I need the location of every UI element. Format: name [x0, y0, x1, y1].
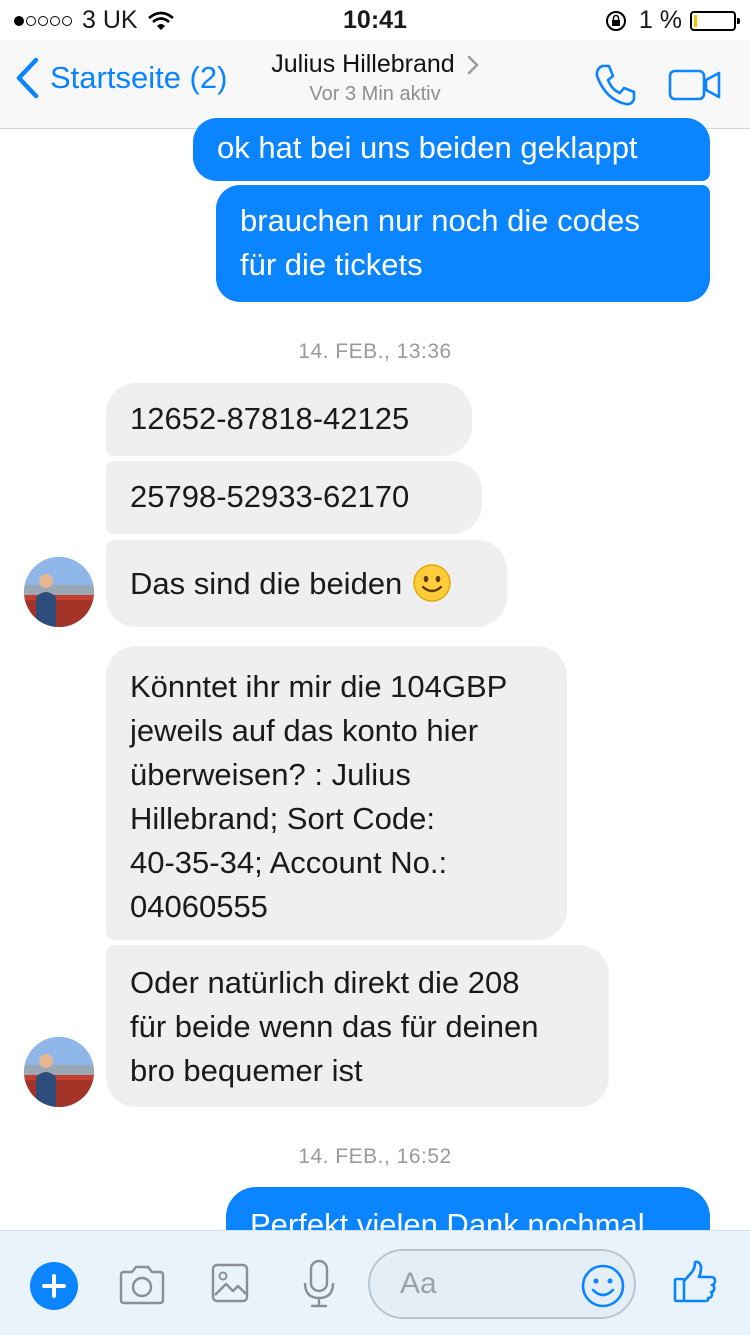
message-text: 12652-87818-42125	[130, 401, 410, 436]
message-text: brauchen nur noch die codes	[240, 203, 640, 238]
incoming-message[interactable]: 12652-87818-42125	[106, 383, 472, 456]
outgoing-message[interactable]: brauchen nur noch die codes für die tick…	[216, 185, 710, 302]
timestamp: 14. FEB., 13:36	[298, 340, 452, 363]
smiley-icon	[581, 1264, 625, 1308]
video-camera-icon	[668, 69, 721, 101]
message-text: 25798-52933-62170	[130, 479, 410, 514]
message-text: Könntet ihr mir die 104GBP	[130, 669, 508, 704]
battery-percent: 1 %	[638, 6, 682, 34]
avatar[interactable]	[24, 1037, 94, 1107]
incoming-message[interactable]: 25798-52933-62170	[106, 461, 482, 534]
gallery-button[interactable]	[211, 1263, 249, 1308]
phone-icon	[595, 64, 636, 106]
message-text: 40-35-34; Account No.:	[130, 845, 448, 880]
call-button[interactable]	[592, 62, 638, 113]
incoming-message[interactable]: Das sind die beiden	[106, 540, 507, 627]
message-text: für beide wenn das für deinen	[130, 1009, 539, 1044]
message-text: überweisen? : Julius	[130, 757, 411, 792]
video-call-button[interactable]	[668, 68, 722, 107]
message-text: ok hat bei uns beiden geklappt	[217, 130, 638, 165]
contact-name: Julius Hillebrand	[271, 50, 455, 78]
smiley-emoji-icon	[413, 564, 452, 602]
thumbs-up-icon	[673, 1260, 717, 1303]
message-text: 04060555	[130, 889, 268, 924]
camera-icon	[119, 1265, 165, 1305]
avatar[interactable]	[24, 557, 94, 627]
image-icon	[211, 1263, 249, 1303]
incoming-message[interactable]: Könntet ihr mir die 104GBP jeweils auf d…	[106, 646, 567, 940]
conversation-header: Startseite (2) Julius Hillebrand Vor 3 M…	[0, 40, 750, 129]
add-button[interactable]	[30, 1262, 78, 1310]
incoming-message[interactable]: Oder natürlich direkt die 208 für beide …	[106, 945, 609, 1107]
message-text: Das sind die beiden	[130, 566, 403, 601]
contact-photo	[24, 557, 94, 627]
plus-icon	[42, 1274, 66, 1298]
timestamp: 14. FEB., 16:52	[298, 1145, 452, 1168]
outgoing-message[interactable]: ok hat bei uns beiden geklappt	[193, 118, 710, 181]
emoji-button[interactable]	[580, 1263, 626, 1314]
battery-icon	[690, 10, 740, 31]
message-text: Oder natürlich direkt die 208	[130, 965, 520, 1000]
message-text: bro bequemer ist	[130, 1053, 363, 1088]
chevron-right-icon	[467, 55, 479, 74]
message-composer: Aa	[0, 1230, 750, 1335]
voice-button[interactable]	[302, 1259, 336, 1314]
status-bar: 3 UK 10:41 1 %	[0, 0, 750, 40]
input-placeholder: Aa	[400, 1267, 437, 1300]
microphone-icon	[303, 1259, 335, 1308]
like-button[interactable]	[672, 1259, 718, 1310]
contact-photo	[24, 1037, 94, 1107]
camera-button[interactable]	[118, 1265, 166, 1310]
message-text: Hillebrand; Sort Code:	[130, 801, 435, 836]
battery-area: 1 %	[605, 6, 740, 35]
rotation-lock-icon	[605, 10, 626, 31]
message-text: jeweils auf das konto hier	[130, 713, 479, 748]
message-text: für die tickets	[240, 247, 423, 282]
